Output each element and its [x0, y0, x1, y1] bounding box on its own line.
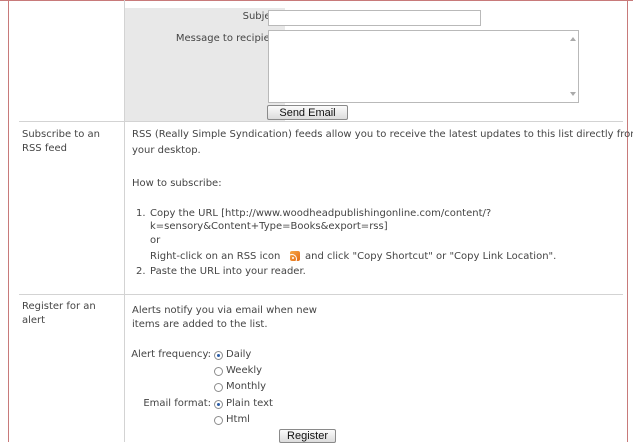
rss-heading-line1: Subscribe to an [22, 129, 100, 140]
step2-number: 2. [136, 266, 146, 277]
right-border [627, 0, 628, 442]
alert-intro-line2: items are added to the list. [132, 319, 268, 330]
frequency-weekly-radio[interactable] [214, 367, 223, 376]
row-divider [19, 294, 623, 295]
how-to-subscribe: How to subscribe: [132, 178, 222, 189]
frequency-monthly-label: Monthly [226, 381, 267, 392]
rss-icon[interactable] [290, 251, 300, 261]
alert-heading-line2: alert [22, 315, 46, 326]
frequency-monthly-radio[interactable] [214, 383, 223, 392]
alert-frequency-label: Alert frequency: [131, 349, 211, 360]
row-divider [19, 121, 623, 122]
format-plain-text-radio[interactable] [214, 400, 223, 409]
step1-number: 1. [136, 208, 146, 219]
step1-alt-before: Right-click on an RSS icon [150, 251, 281, 262]
rss-url-line1: Copy the URL [http://www.woodheadpublish… [150, 208, 492, 219]
register-button[interactable]: Register [279, 429, 336, 443]
subject-input[interactable] [268, 10, 481, 26]
email-format-label: Email format: [143, 398, 211, 409]
frequency-daily-radio[interactable] [214, 351, 223, 360]
rss-intro-line2: your desktop. [132, 145, 201, 156]
format-html-radio[interactable] [214, 416, 223, 425]
send-list-panel: Subject Message to recipient Send Email … [19, 0, 633, 443]
format-plain-text-label: Plain text [226, 398, 273, 409]
format-html-label: Html [226, 414, 250, 425]
message-label: Message to recipient [175, 33, 280, 44]
rss-url-line2: k=sensory&Content+Type=Books&export=rss] [150, 221, 388, 232]
step1-alt-after: and click "Copy Shortcut" or "Copy Link … [305, 251, 557, 262]
scroll-down-icon[interactable] [570, 92, 576, 96]
rss-heading-line2: RSS feed [22, 143, 67, 154]
email-form-label-area [125, 8, 285, 121]
subject-label: Subject [242, 11, 280, 22]
step1-or: or [150, 235, 161, 246]
alert-intro-line1: Alerts notify you via email when new [132, 305, 317, 316]
left-border [8, 0, 9, 442]
frequency-daily-label: Daily [226, 349, 252, 360]
rss-intro-line1: RSS (Really Simple Syndication) feeds al… [132, 129, 633, 140]
send-email-button[interactable]: Send Email [267, 105, 348, 120]
scroll-up-icon[interactable] [570, 37, 576, 41]
step2-text: Paste the URL into your reader. [150, 266, 306, 277]
alert-heading-line1: Register for an [22, 301, 96, 312]
message-textarea[interactable] [268, 30, 579, 103]
frequency-weekly-label: Weekly [226, 365, 263, 376]
